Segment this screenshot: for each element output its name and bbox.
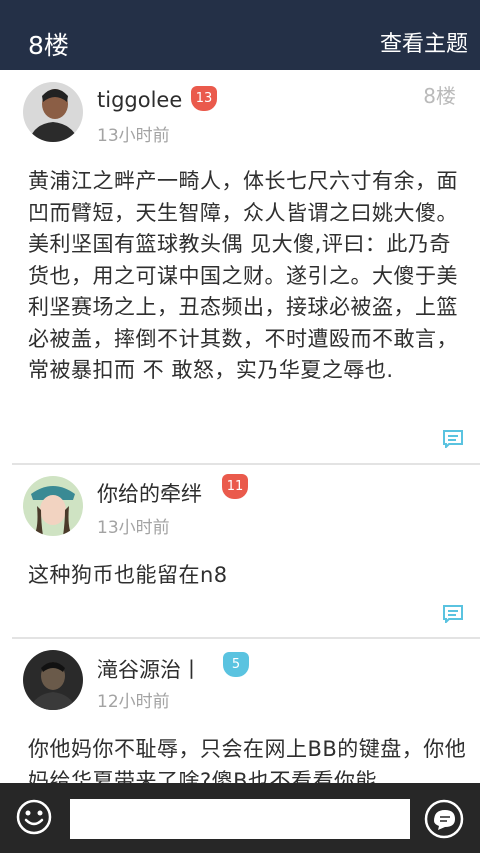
reply-icon[interactable] (443, 605, 463, 623)
avatar[interactable] (23, 476, 83, 536)
top-bar: 8楼 查看主题 (0, 0, 480, 70)
level-badge: 11 (222, 474, 248, 499)
view-topic-button[interactable]: 查看主题 (380, 26, 468, 58)
post-item: tiggolee 13 8楼 13小时前 黄浦江之畔产一畸人，体长七尺六寸有余，… (0, 70, 480, 465)
post-body: 这种狗币也能留在n8 (28, 563, 228, 587)
username[interactable]: 你给的牵绊 (97, 478, 202, 508)
floor-number: 8楼 (423, 84, 456, 108)
bottom-bar (0, 783, 480, 853)
level-badge: 5 (223, 652, 249, 677)
reply-input[interactable] (70, 799, 410, 839)
avatar[interactable] (23, 650, 83, 710)
reply-icon[interactable] (443, 430, 463, 448)
post-time: 12小时前 (97, 692, 170, 712)
level-badge: 13 (191, 86, 217, 111)
post-time: 13小时前 (97, 126, 170, 146)
send-reply-icon[interactable] (424, 799, 464, 839)
post-time: 13小时前 (97, 518, 170, 538)
post-body: 你他妈你不耻辱，只会在网上BB的键盘，你他妈给华夏带来了啥?傻B也不看看你能 (28, 737, 467, 783)
post-body: 黄浦江之畔产一畸人，体长七尺六寸有余，面凹而臂短，天生智障，众人皆谓之曰姚大傻。… (28, 169, 458, 382)
emoji-icon[interactable] (16, 799, 52, 835)
page-title: 8楼 (28, 31, 69, 60)
post-item: 你给的牵绊 11 13小时前 这种狗币也能留在n8 (0, 464, 480, 639)
avatar[interactable] (23, 82, 83, 142)
post-item: 滝谷源治丨 5 12小时前 你他妈你不耻辱，只会在网上BB的键盘，你他妈给华夏带… (0, 638, 480, 783)
post-list[interactable]: tiggolee 13 8楼 13小时前 黄浦江之畔产一畸人，体长七尺六寸有余，… (0, 70, 480, 783)
username[interactable]: tiggolee (97, 88, 182, 112)
username[interactable]: 滝谷源治丨 (97, 654, 202, 684)
